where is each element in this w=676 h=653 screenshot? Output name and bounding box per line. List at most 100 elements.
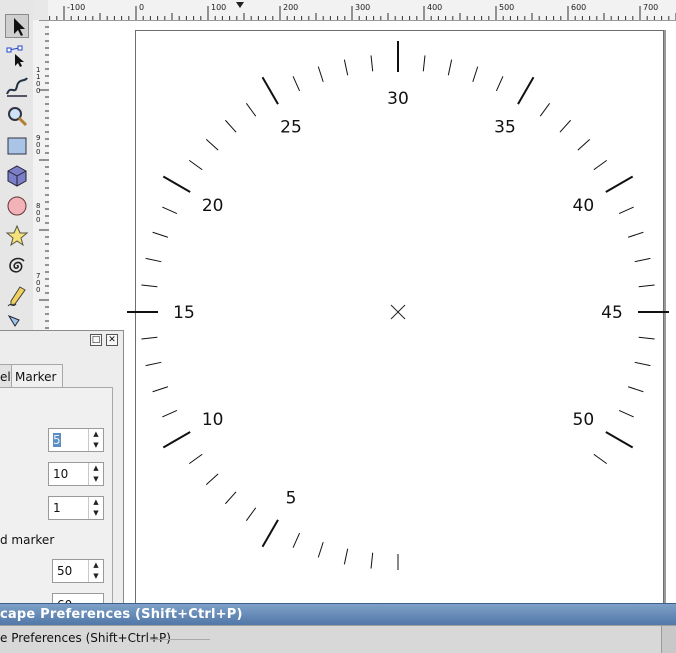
minor-tick <box>245 507 257 522</box>
arrow-pointer-icon <box>14 18 25 36</box>
minor-tick <box>638 336 655 340</box>
magnifier-icon <box>8 107 28 127</box>
minor-tick <box>422 55 426 72</box>
major-tick <box>261 519 279 548</box>
spin-field-2[interactable]: 10 ▲ ▼ <box>48 462 104 486</box>
ruler-label: 500 <box>499 3 514 12</box>
minor-tick <box>162 206 178 215</box>
spin-field-2-value[interactable]: 10 <box>53 467 68 481</box>
minor-tick <box>317 66 324 82</box>
dial-ticks <box>127 41 669 570</box>
spin-field-1-value[interactable]: 5 <box>53 433 61 447</box>
dial-number: 10 <box>202 410 224 430</box>
minor-tick <box>224 119 237 133</box>
status-text: e Preferences (Shift+Ctrl+P) <box>0 631 171 645</box>
minor-tick <box>618 409 634 418</box>
title-bar-text: cape Preferences (Shift+Ctrl+P) <box>0 607 243 622</box>
minor-tick <box>370 552 374 569</box>
tab-marker[interactable]: Marker <box>11 364 63 388</box>
vertical-ruler[interactable]: 1100900800700 <box>33 19 50 340</box>
ruler-label: 200 <box>283 3 298 12</box>
tweak-wave-icon <box>6 77 28 97</box>
minor-tick <box>628 231 644 238</box>
major-tick <box>517 76 535 105</box>
horizontal-ruler[interactable]: -100 0 100 200 300 400 500 600 700 <box>48 0 676 21</box>
maximize-button[interactable]: □ <box>90 334 102 346</box>
end-marker-label: d marker <box>0 533 55 547</box>
close-button[interactable]: ✕ <box>106 334 118 346</box>
minor-tick <box>317 542 324 558</box>
ellipse-tool-button[interactable] <box>5 194 29 218</box>
dial-number: 30 <box>387 89 409 109</box>
minor-tick <box>343 59 349 76</box>
spin-arrows-icon[interactable]: ▲ ▼ <box>88 463 103 485</box>
tweak-tool-button[interactable] <box>5 74 29 98</box>
minor-tick <box>152 386 168 393</box>
dial-drawing[interactable]: 5101520253035404550 <box>49 21 676 603</box>
ruler-corner <box>33 0 49 21</box>
minor-tick <box>638 284 655 288</box>
minor-tick <box>152 231 168 238</box>
preferences-dialog: □ ✕ el Marker 5 ▲ ▼ 10 ▲ ▼ 1 ▲ ▼ d marker 5… <box>0 330 124 619</box>
horizontal-ruler-ticks: -100 0 100 200 300 400 500 600 700 <box>49 2 676 20</box>
minor-tick <box>145 257 162 263</box>
toolbox <box>0 0 34 340</box>
minor-tick <box>224 491 237 505</box>
ruler-label: 0 <box>36 286 40 294</box>
ruler-label: 400 <box>427 3 442 12</box>
minor-tick <box>618 206 634 215</box>
star-tool-button[interactable] <box>5 224 29 248</box>
ruler-label: 300 <box>355 3 370 12</box>
major-tick <box>605 175 634 193</box>
minor-tick <box>628 386 644 393</box>
minor-tick <box>370 55 374 72</box>
ruler-label: 100 <box>211 3 226 12</box>
spiral-tool-button[interactable] <box>5 254 29 278</box>
zoom-tool-button[interactable] <box>5 104 29 128</box>
node-tool-button[interactable] <box>5 44 29 68</box>
ruler-label: 600 <box>571 3 586 12</box>
ruler-label: 700 <box>643 3 658 12</box>
status-divider <box>150 639 210 640</box>
spin-field-3[interactable]: 1 ▲ ▼ <box>48 496 104 520</box>
rectangle-tool-button[interactable] <box>5 134 29 158</box>
major-tick <box>605 431 634 449</box>
preferences-title-bar[interactable]: cape Preferences (Shift+Ctrl+P) <box>0 603 676 626</box>
ellipse-icon <box>7 196 27 216</box>
rectangle-icon <box>7 137 27 155</box>
3d-box-tool-button[interactable] <box>5 164 29 188</box>
marker-panel: 5 ▲ ▼ 10 ▲ ▼ 1 ▲ ▼ d marker 50 ▲ ▼ 60 <box>0 387 113 619</box>
status-bar: e Preferences (Shift+Ctrl+P) <box>0 625 676 653</box>
minor-tick <box>593 453 608 465</box>
pencil-tool-button[interactable] <box>5 284 29 308</box>
dial-number: 35 <box>494 118 516 138</box>
ruler-label: 0 <box>36 216 40 224</box>
spin-arrows-icon[interactable]: ▲ ▼ <box>88 429 103 451</box>
center-mark <box>390 304 406 320</box>
minor-tick <box>495 76 504 92</box>
vertical-ruler-ticks: 1100900800700 <box>36 19 49 336</box>
spin-field-1[interactable]: 5 ▲ ▼ <box>48 428 104 452</box>
3d-box-icon <box>7 165 27 187</box>
resize-grip-icon[interactable] <box>661 626 676 653</box>
minor-tick <box>559 119 572 133</box>
star-icon <box>5 224 29 247</box>
minor-tick <box>292 76 301 92</box>
dial-number: 20 <box>202 196 224 216</box>
dial-number: 15 <box>173 303 195 323</box>
spin-field-4[interactable]: 50 ▲ ▼ <box>52 559 104 583</box>
spin-field-4-value[interactable]: 50 <box>57 564 72 578</box>
major-tick <box>162 431 191 449</box>
minor-tick <box>145 361 162 367</box>
ruler-label: 0 <box>36 148 40 156</box>
spin-field-3-value[interactable]: 1 <box>53 501 61 515</box>
minor-tick <box>162 409 178 418</box>
selector-tool-button[interactable] <box>5 14 29 38</box>
ruler-pointer-icon <box>236 2 244 8</box>
spiral-icon <box>9 257 25 273</box>
minor-tick <box>343 548 349 565</box>
spin-arrows-icon[interactable]: ▲ ▼ <box>88 497 103 519</box>
minor-tick <box>634 257 651 263</box>
minor-tick <box>634 361 651 367</box>
spin-arrows-icon[interactable]: ▲ ▼ <box>88 560 103 582</box>
